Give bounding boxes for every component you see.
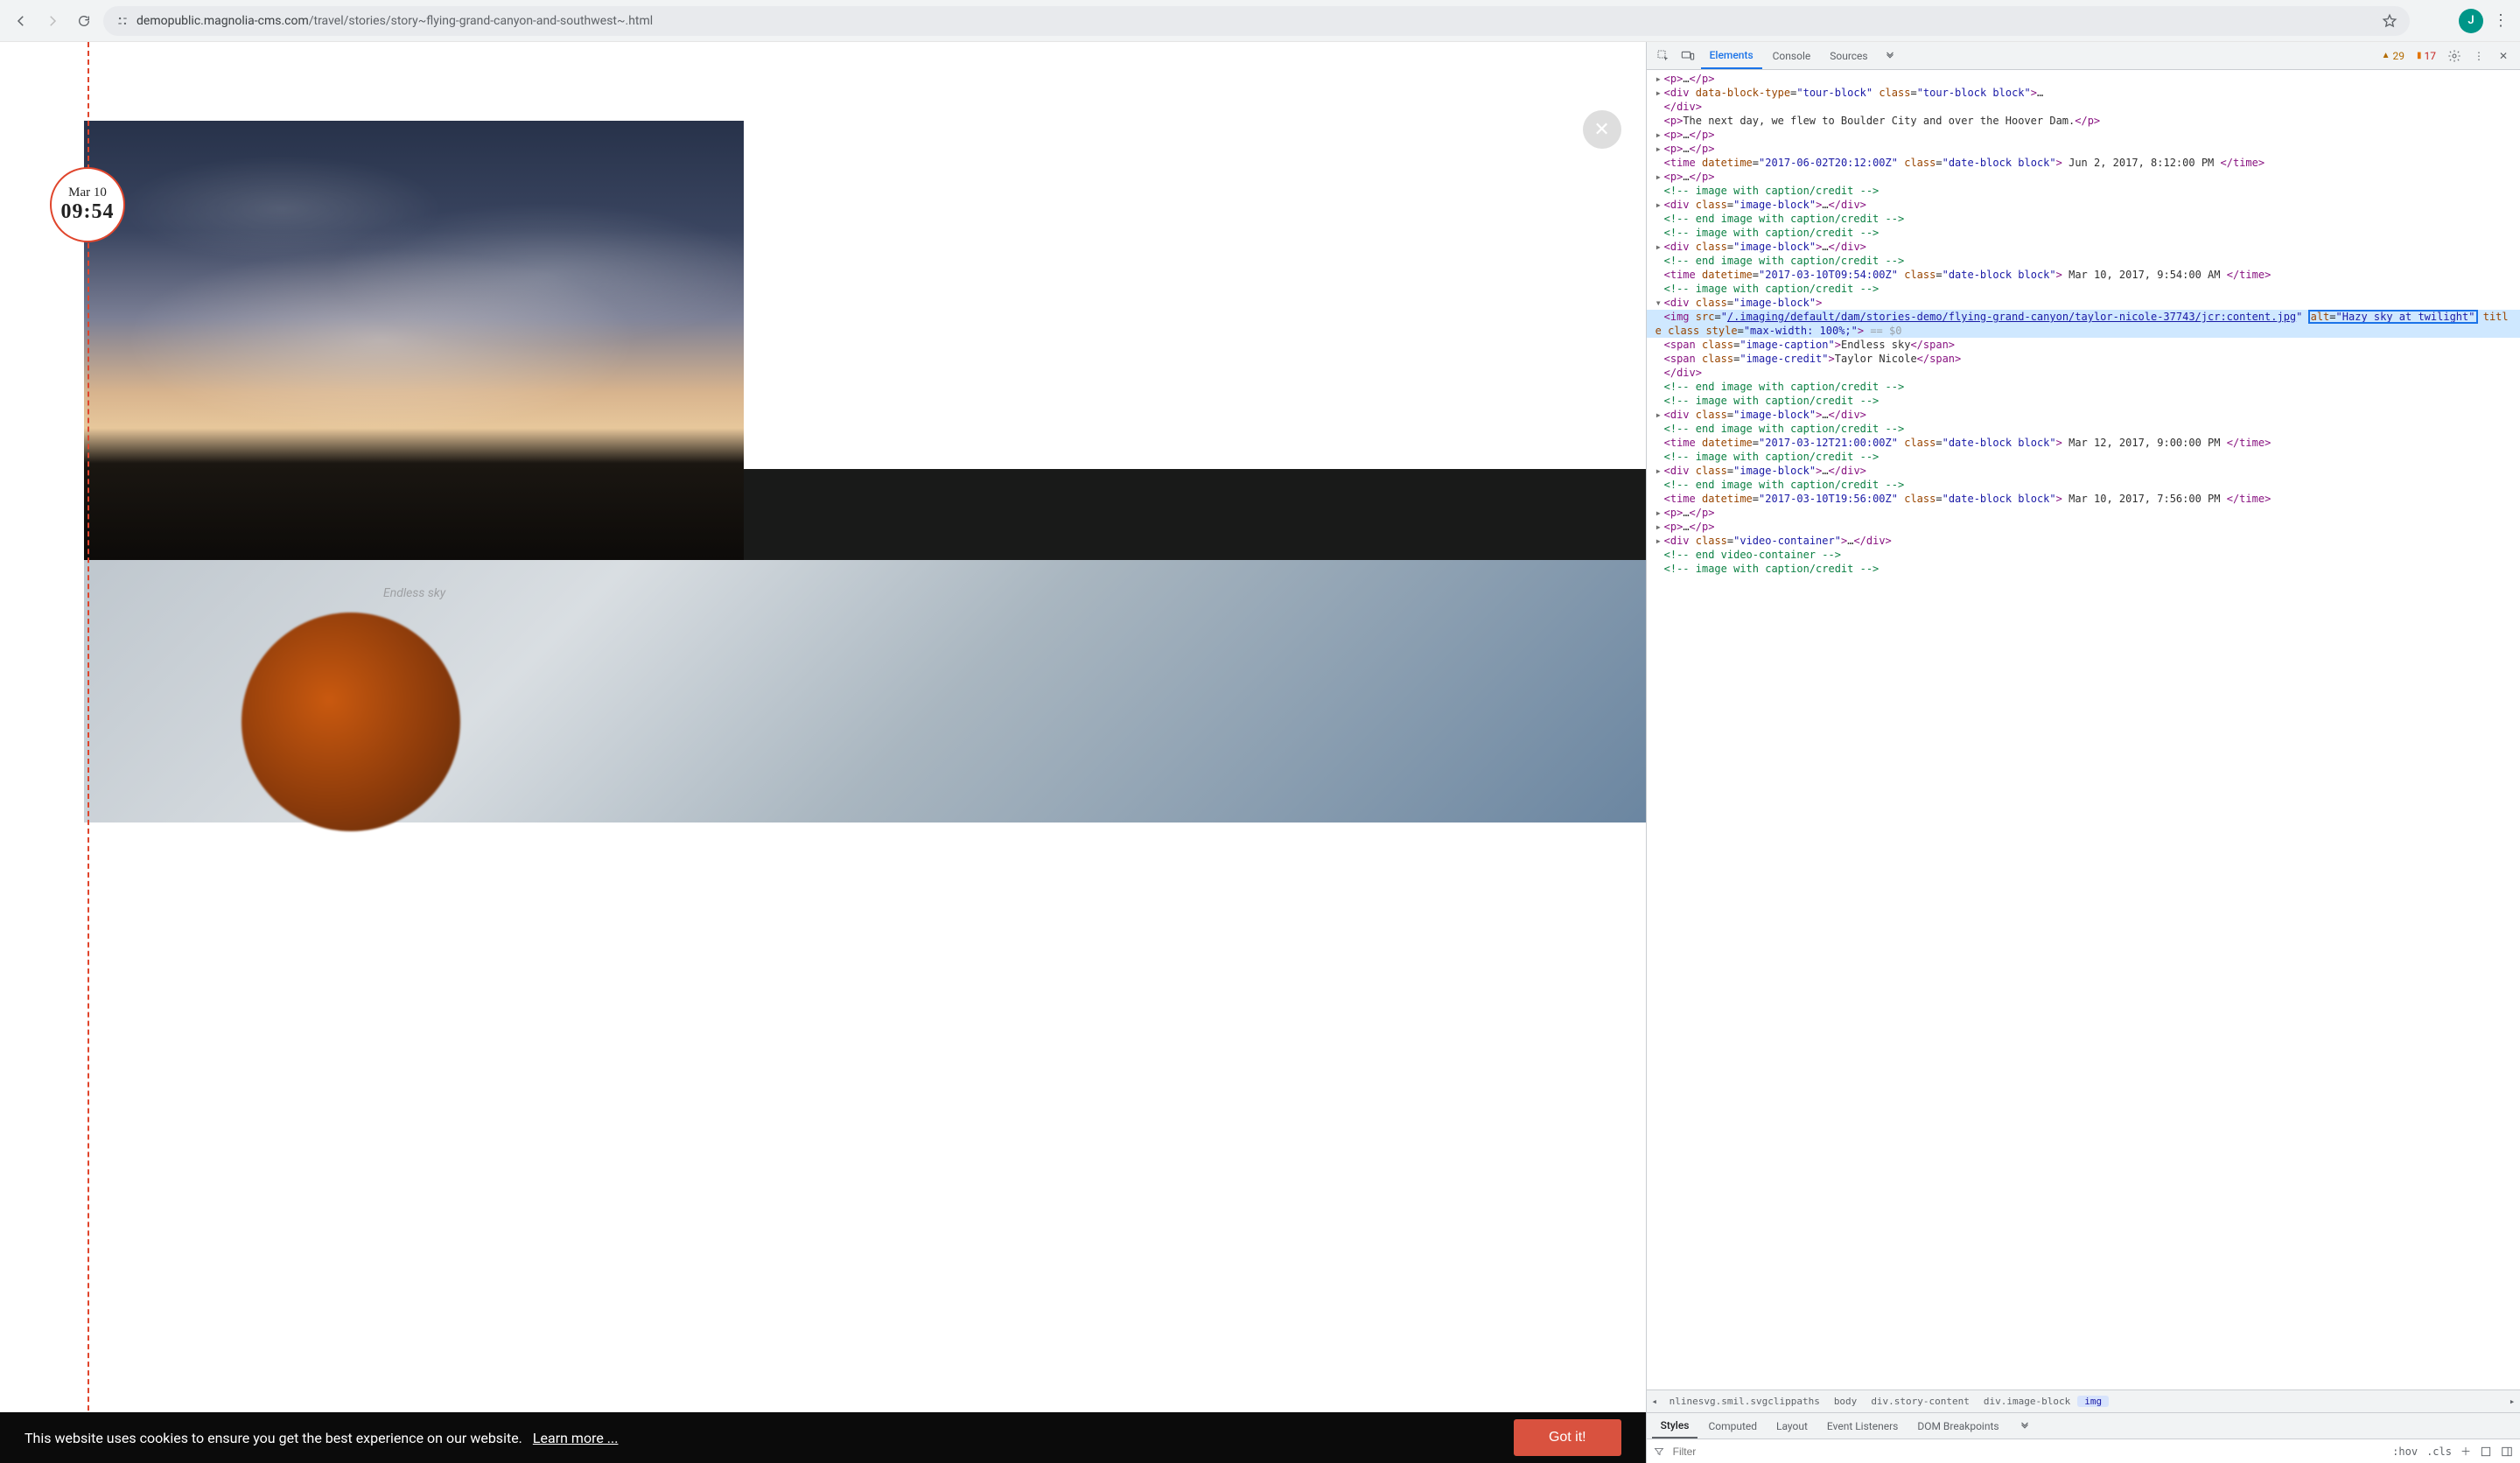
styles-tab-styles[interactable]: Styles <box>1652 1413 1698 1438</box>
inspect-element-icon[interactable] <box>1652 45 1675 67</box>
toggle-sidebar-icon[interactable] <box>2501 1446 2513 1458</box>
tab-sources[interactable]: Sources <box>1821 42 1876 69</box>
crumb[interactable]: nlinesvg.smil.svgclippaths <box>1662 1396 1827 1407</box>
story-time: 09:54 <box>61 200 115 224</box>
computed-styles-icon[interactable] <box>2480 1446 2492 1458</box>
new-style-rule-icon[interactable]: ＋ <box>2460 1444 2471 1459</box>
devtools-tabstrip: Elements Console Sources ▲29 ▮17 ⋮ ✕ <box>1647 42 2520 70</box>
issues-badge[interactable]: ▮17 <box>2412 50 2441 62</box>
devtools-settings-icon[interactable] <box>2443 45 2466 67</box>
bookmark-star-icon[interactable] <box>2382 13 2398 29</box>
story-date: Mar 10 <box>68 186 107 200</box>
styles-tab-dom-breakpoints[interactable]: DOM Breakpoints <box>1908 1413 2007 1438</box>
cookie-text: This website uses cookies to ensure you … <box>24 1430 522 1446</box>
elements-breadcrumb[interactable]: ◂ nlinesvg.smil.svgclippaths body div.st… <box>1647 1390 2520 1412</box>
forward-button[interactable] <box>40 9 65 33</box>
devtools-panel: Elements Console Sources ▲29 ▮17 ⋮ ✕ ▸<p… <box>1646 42 2520 1463</box>
back-button[interactable] <box>9 9 33 33</box>
url-text: demopublic.magnolia-cms.com/travel/stori… <box>136 14 653 28</box>
breadcrumb-scroll-left[interactable]: ◂ <box>1647 1396 1662 1407</box>
selected-dom-node[interactable]: ⋯ <img src="/.imaging/default/dam/storie… <box>1647 310 2520 338</box>
styles-more-icon[interactable] <box>2010 1413 2040 1438</box>
elements-tree[interactable]: ▸<p>…</p> ▸<div data-block-type="tour-bl… <box>1647 70 2520 1390</box>
story-timeline-line <box>88 42 89 1463</box>
reload-button[interactable] <box>72 9 96 33</box>
story-date-badge: Mar 10 09:54 <box>50 167 125 242</box>
browser-menu-button[interactable]: ⋮ <box>2490 11 2511 30</box>
warnings-badge[interactable]: ▲29 <box>2376 50 2410 62</box>
styles-filter-input[interactable] <box>1673 1446 2384 1458</box>
page-viewport: Mar 10 09:54 Endless sky ✕ This website … <box>0 42 1646 1463</box>
cls-toggle[interactable]: .cls <box>2426 1446 2452 1458</box>
styles-tabstrip: Styles Computed Layout Event Listeners D… <box>1647 1412 2520 1438</box>
site-info-icon[interactable] <box>116 14 130 28</box>
devtools-menu-icon[interactable]: ⋮ <box>2468 45 2490 67</box>
more-tabs-icon[interactable] <box>1879 45 1901 67</box>
styles-tab-computed[interactable]: Computed <box>1699 1413 1766 1438</box>
filter-icon <box>1654 1446 1664 1457</box>
cookie-banner: This website uses cookies to ensure you … <box>0 1412 1646 1463</box>
cookie-accept-button[interactable]: Got it! <box>1514 1419 1621 1456</box>
story-image-sky <box>84 121 744 560</box>
crumb[interactable]: div.image-block <box>1977 1396 2077 1407</box>
devtools-close-icon[interactable]: ✕ <box>2492 45 2515 67</box>
browser-toolbar: demopublic.magnolia-cms.com/travel/stori… <box>0 0 2520 42</box>
hov-toggle[interactable]: :hov <box>2392 1446 2418 1458</box>
tab-console[interactable]: Console <box>1764 42 1820 69</box>
story-image-cockpit <box>84 560 1646 822</box>
device-toolbar-icon[interactable] <box>1676 45 1699 67</box>
story-close-button[interactable]: ✕ <box>1583 110 1621 149</box>
address-bar[interactable]: demopublic.magnolia-cms.com/travel/stori… <box>103 6 2410 36</box>
tab-elements[interactable]: Elements <box>1701 42 1762 69</box>
profile-avatar[interactable]: J <box>2459 9 2483 33</box>
crumb-active[interactable]: img <box>2077 1396 2109 1407</box>
cookie-learn-more-link[interactable]: Learn more ... <box>533 1430 619 1446</box>
breadcrumb-scroll-right[interactable]: ▸ <box>2504 1396 2520 1407</box>
crumb[interactable]: div.story-content <box>1864 1396 1977 1407</box>
crumb[interactable]: body <box>1827 1396 1865 1407</box>
story-image-caption: Endless sky <box>383 586 445 600</box>
styles-filter-bar: :hov .cls ＋ <box>1647 1438 2520 1463</box>
styles-tab-event-listeners[interactable]: Event Listeners <box>1818 1413 1907 1438</box>
styles-tab-layout[interactable]: Layout <box>1768 1413 1816 1438</box>
